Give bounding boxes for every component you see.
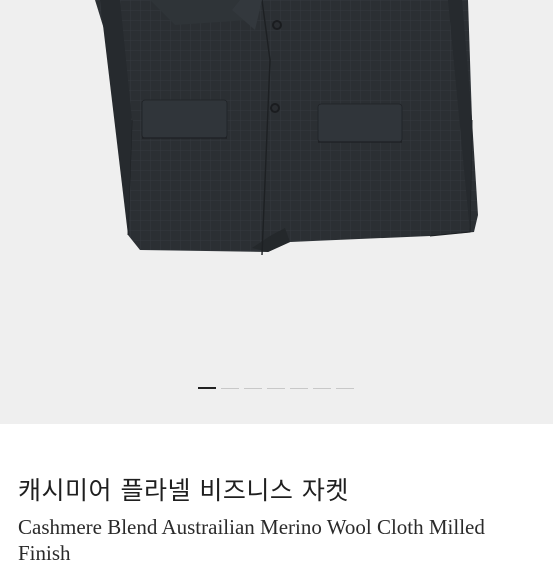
- slide-dot-5[interactable]: [290, 387, 308, 389]
- slide-dot-1[interactable]: [198, 387, 216, 389]
- product-image-gallery[interactable]: [0, 0, 553, 424]
- slide-dot-2[interactable]: [221, 387, 239, 389]
- slide-dot-7[interactable]: [336, 387, 354, 389]
- slide-dot-6[interactable]: [313, 387, 331, 389]
- slide-dot-3[interactable]: [244, 387, 262, 389]
- product-title-korean: 캐시미어 플라넬 비즈니스 자켓: [18, 476, 349, 505]
- product-info: 캐시미어 플라넬 비즈니스 자켓 Cashmere Blend Austrail…: [0, 424, 553, 565]
- slide-indicator: [198, 386, 354, 390]
- jacket-illustration: [95, 0, 478, 256]
- product-title-english: Cashmere Blend Austrailian Merino Wool C…: [18, 515, 485, 565]
- slide-dot-4[interactable]: [267, 387, 285, 389]
- product-photo[interactable]: [0, 0, 553, 424]
